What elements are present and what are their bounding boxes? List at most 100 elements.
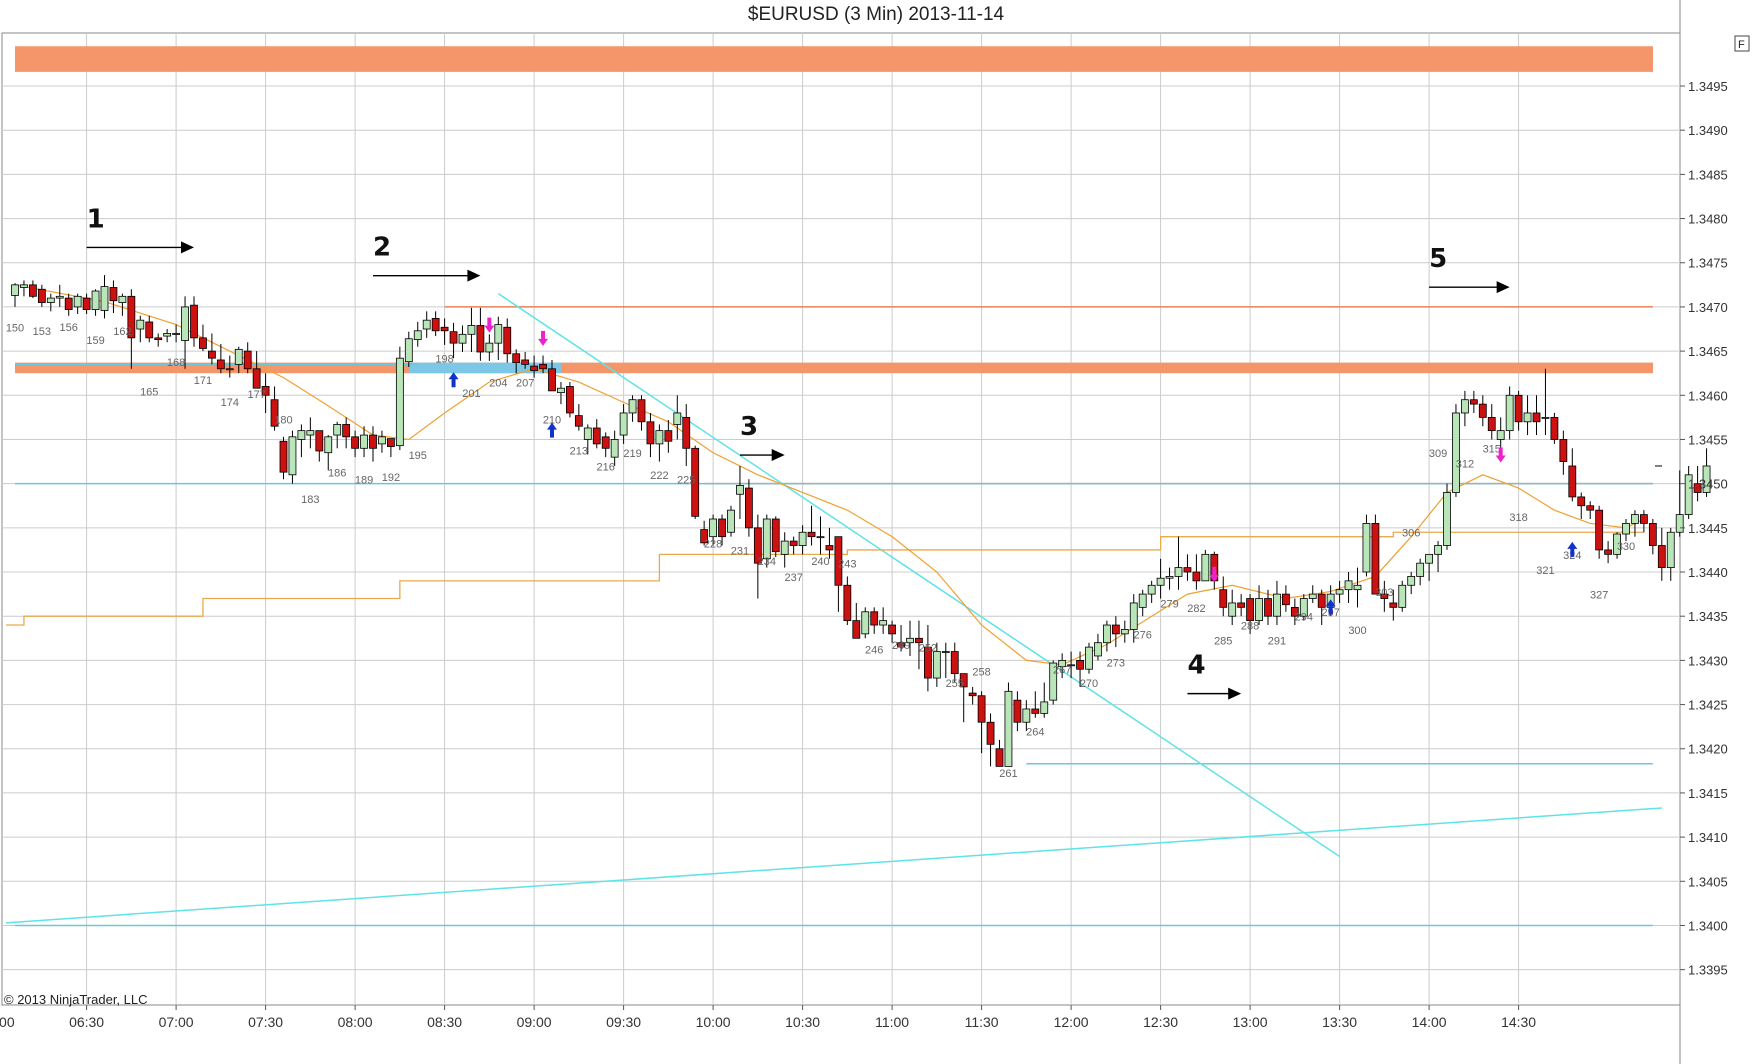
candle-body: [422, 319, 431, 330]
candle-body: [1595, 509, 1604, 551]
bar-number-label: 243: [838, 559, 856, 571]
bar-number-label: 213: [570, 445, 588, 457]
time-tick-label: 12:00: [1054, 1014, 1089, 1030]
time-tick-label: 11:30: [965, 1014, 999, 1030]
candle-body: [1201, 553, 1210, 582]
candle-body: [136, 319, 145, 330]
bar-number-label: 270: [1080, 678, 1098, 690]
candle-body: [709, 518, 717, 538]
price-tick-label: 1.3485: [1688, 167, 1728, 182]
candle-body: [646, 421, 655, 445]
candle-body: [252, 368, 261, 389]
candle-body: [413, 330, 422, 341]
candle-body: [458, 333, 467, 344]
candle-body: [1389, 602, 1398, 608]
candle-body: [583, 427, 592, 440]
candle-body: [1147, 584, 1156, 595]
candle-body: [1631, 514, 1639, 524]
candle-body: [82, 297, 91, 310]
candle-body: [386, 438, 395, 447]
candle-body: [1648, 523, 1657, 546]
price-tick-label: 1.3480: [1688, 212, 1728, 227]
price-tick-label: 1.3435: [1688, 609, 1728, 624]
bar-number-label: 207: [516, 377, 534, 389]
bar-number-label: 261: [999, 768, 1017, 780]
bar-number-label: 192: [382, 472, 400, 484]
bar-number-label: 180: [274, 415, 292, 427]
candle-body: [46, 297, 55, 303]
candle-body: [1255, 598, 1263, 622]
candle-body: [950, 651, 959, 675]
candle-body: [1174, 567, 1183, 577]
annotation-number: 3: [740, 412, 758, 442]
candle-body: [494, 324, 503, 344]
candle-body: [637, 399, 646, 423]
candle-body: [315, 430, 324, 452]
candle-body: [1228, 602, 1237, 617]
candle-body: [225, 368, 234, 371]
price-tick-label: 1.3410: [1688, 830, 1728, 845]
price-tick-label: 1.3430: [1688, 653, 1728, 668]
bar-number-label: 174: [221, 397, 239, 409]
bar-number-label: 159: [86, 335, 104, 347]
candle-body: [1183, 567, 1192, 573]
candle-body: [843, 584, 852, 622]
chart-root: $EURUSD (3 Min) 2013-11-14 150 153 156 159 1…: [0, 0, 1752, 1064]
price-tick-label: 1.3420: [1688, 742, 1728, 757]
candle-body: [1514, 394, 1523, 423]
candle-body: [879, 620, 888, 626]
candle-body: [807, 531, 816, 538]
price-tick-label: 1.3400: [1688, 918, 1728, 933]
candle-body: [816, 536, 825, 539]
candle-body: [1138, 593, 1147, 608]
candle-body: [431, 318, 440, 332]
candle-body: [1076, 659, 1084, 670]
candle-body: [1335, 589, 1344, 595]
bar-number-label: 195: [409, 450, 427, 462]
candle-body: [1120, 629, 1129, 635]
candle-body: [628, 399, 637, 414]
candle-body: [234, 348, 243, 365]
price-tick-label: 1.3445: [1688, 521, 1728, 536]
price-tick-label: 1.3470: [1688, 300, 1728, 315]
price-tick-label: 1.3395: [1688, 963, 1728, 978]
bar-number-label: 156: [60, 322, 78, 334]
candle-body: [172, 333, 181, 335]
candle-body: [1192, 571, 1201, 582]
bar-number-label: 330: [1617, 541, 1635, 553]
candle-body: [986, 721, 995, 745]
bar-number-label: 225: [677, 475, 695, 487]
candle-body: [297, 430, 306, 440]
candle-body: [20, 284, 28, 288]
candle-body: [154, 337, 163, 341]
candle-body: [55, 295, 64, 299]
candle-body: [718, 518, 726, 538]
candle-body: [190, 304, 198, 339]
bar-number-label: 171: [194, 375, 212, 387]
candle-body: [118, 295, 127, 303]
candle-body: [1317, 593, 1326, 608]
corner-f-button[interactable]: F: [1734, 35, 1750, 52]
corner-f-label: F: [1738, 39, 1745, 51]
bar-number-label: 300: [1348, 625, 1366, 637]
bar-number-label: 162: [113, 326, 131, 338]
candle-body: [279, 440, 288, 473]
candle-body: [1103, 624, 1111, 644]
candle-body: [745, 487, 753, 529]
annotation-number: 5: [1429, 244, 1447, 274]
candle-body: [727, 509, 735, 533]
candle-body: [736, 485, 744, 495]
candle-body: [1666, 531, 1675, 568]
candle-body: [1353, 584, 1362, 591]
annotation-number: 4: [1187, 651, 1205, 681]
candle-body: [306, 430, 315, 436]
candle-body: [1094, 642, 1102, 657]
candle-body: [771, 518, 780, 553]
candle-body: [369, 434, 377, 449]
candle-body: [1031, 708, 1040, 714]
candle-body: [288, 436, 297, 476]
candle-body: [780, 540, 789, 555]
bar-number-label: 318: [1509, 512, 1527, 524]
candle-body: [870, 611, 879, 626]
candle-body: [145, 321, 154, 339]
